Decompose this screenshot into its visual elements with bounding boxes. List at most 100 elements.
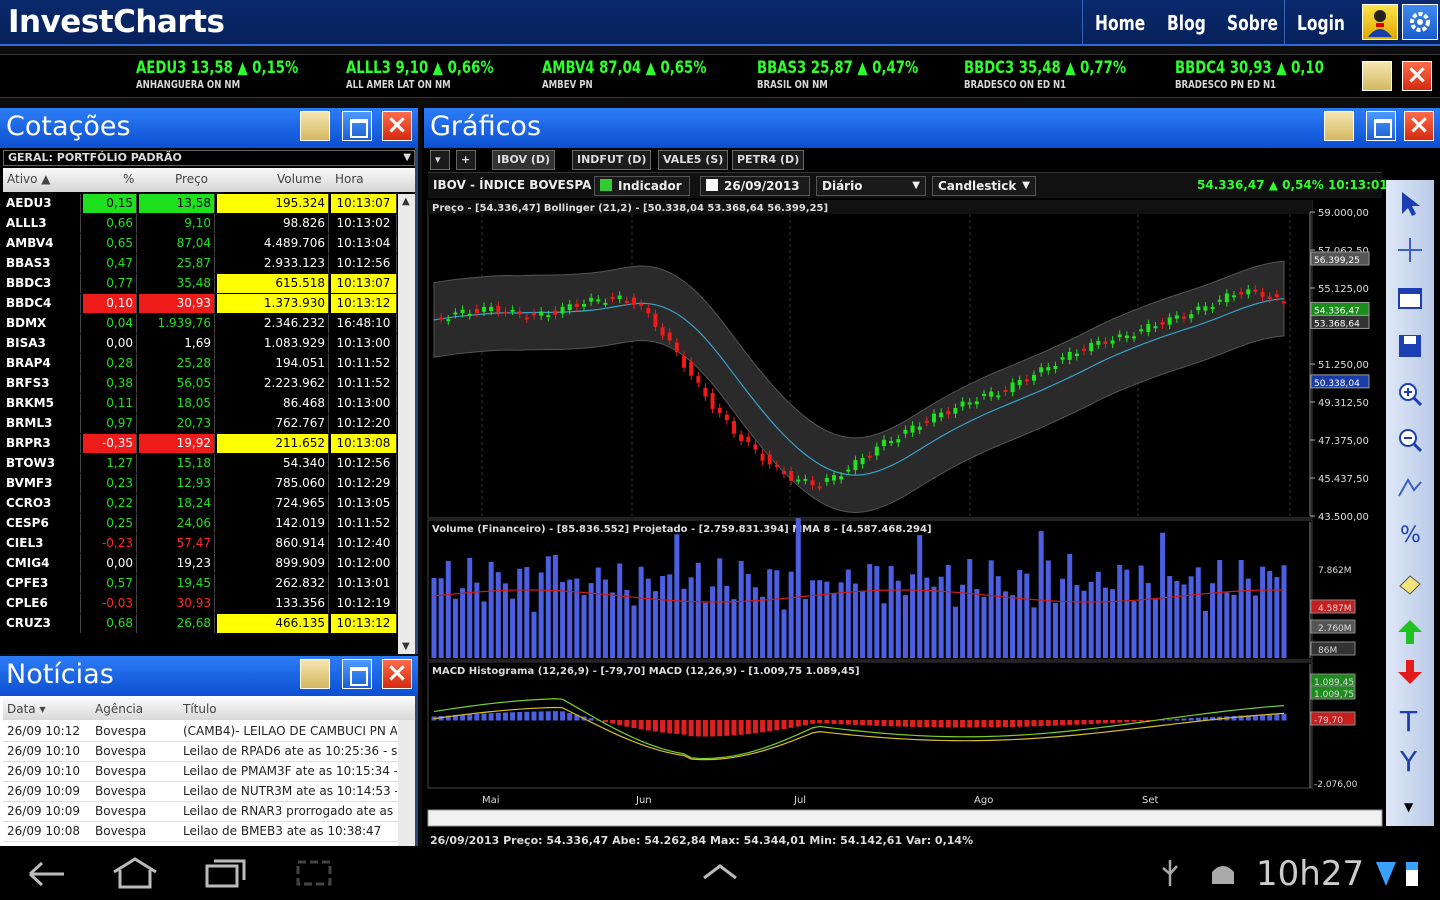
text-tool-icon[interactable]: T	[1396, 706, 1424, 734]
table-row[interactable]: CPFE3 0,57 19,45 262.832 10:13:01	[3, 574, 398, 593]
macd-hist-bar	[660, 720, 666, 733]
chart-canvas[interactable]: Preço - [54.336,47] Bollinger (21,2) - […	[422, 200, 1384, 832]
tab-dropdown-icon[interactable]: ▾	[430, 150, 450, 170]
col-ativo[interactable]: Ativo ▲	[7, 172, 51, 186]
table-row[interactable]: BRPR3 -0,35 19,92 211.652 10:13:08	[3, 434, 398, 453]
table-row[interactable]: BRKM5 0,11 18,05 86.468 10:13:00	[3, 394, 398, 413]
folder-icon[interactable]	[300, 659, 330, 689]
table-row[interactable]: AMBV4 0,65 87,04 4.489.706 10:13:04	[3, 234, 398, 253]
date-picker[interactable]: 26/09/2013	[700, 176, 810, 196]
save-icon[interactable]	[1396, 332, 1424, 360]
tab-vale5[interactable]: VALE5 (S)	[658, 150, 729, 170]
ticker-item[interactable]: ALLL3 9,10 ▲ 0,66% ALL AMER LAT ON NM	[346, 58, 535, 91]
ticker-item[interactable]: AEDU3 13,58 ▲ 0,15% ANHANGUERA ON NM	[136, 58, 344, 91]
news-row[interactable]: 26/09 10:12 Bovespa (CAMB4)- LEILAO DE CAM…	[3, 722, 398, 742]
zoom-out-icon[interactable]	[1396, 426, 1424, 454]
table-row[interactable]: BISA3 0,00 1,69 1.083.929 10:13:00	[3, 334, 398, 353]
table-row[interactable]: CRUZ3 0,68 26,68 466.135 10:13:12	[3, 614, 398, 633]
trendline-icon[interactable]	[1396, 474, 1424, 502]
add-tab-icon[interactable]: +	[456, 150, 476, 170]
col-price[interactable]: Preço	[175, 172, 208, 186]
percent-icon[interactable]: %	[1396, 520, 1424, 548]
zoom-in-icon[interactable]	[1396, 380, 1424, 408]
volume-bar	[960, 584, 966, 658]
news-scrollbar[interactable]	[398, 720, 415, 846]
home-icon[interactable]	[110, 856, 160, 890]
table-row[interactable]: BTOW3 1,27 15,18 54.340 10:12:56	[3, 454, 398, 473]
settings-gear-icon[interactable]	[1402, 4, 1438, 40]
ticker-item[interactable]: BBDC4 30,93 ▲ 0,10 BRADESCO PN ED N1	[1175, 58, 1366, 91]
indicator-button[interactable]: Indicador	[594, 176, 690, 196]
table-row[interactable]: BVMF3 0,23 12,93 785.060 10:12:29	[3, 474, 398, 493]
ticker-folder-icon[interactable]	[1362, 61, 1392, 91]
volume-bar	[1124, 569, 1130, 658]
table-row[interactable]: CMIG4 0,00 19,23 899.909 10:12:00	[3, 554, 398, 573]
tab-ibov[interactable]: IBOV (D)	[492, 150, 556, 170]
maximize-icon[interactable]	[342, 659, 372, 689]
ticker-item[interactable]: BBDC3 35,48 ▲ 0,77% BRADESCO ON ED N1	[964, 58, 1172, 91]
ticker-item[interactable]: AMBV4 87,04 ▲ 0,65% AMBEV PN	[542, 58, 753, 91]
pointer-icon[interactable]	[1396, 190, 1424, 218]
table-row[interactable]: BBAS3 0,47 25,87 2.933.123 10:12:56	[3, 254, 398, 273]
candle	[1160, 322, 1165, 325]
cell-asset: BRFS3	[3, 374, 81, 393]
table-row[interactable]: BRML3 0,97 20,73 762.767 10:12:20	[3, 414, 398, 433]
table-row[interactable]: BBDC4 0,10 30,93 1.373.930 10:13:12	[3, 294, 398, 313]
arrow-down-icon[interactable]	[1396, 658, 1424, 686]
news-row[interactable]: 26/09 10:10 Bovespa Leilao de PMAM3F ate a…	[3, 762, 398, 782]
table-row[interactable]: BDMX 0,04 1.939,76 2.346.232 16:48:10	[3, 314, 398, 333]
maximize-icon[interactable]	[342, 111, 372, 141]
ticker-close-button[interactable]: ×	[1402, 61, 1432, 91]
ticker-item[interactable]: BBAS3 25,87 ▲ 0,47% BRASIL ON NM	[757, 58, 964, 91]
fibonacci-icon[interactable]: Y	[1396, 746, 1424, 774]
table-row[interactable]: AEDU3 0,15 13,58 195.324 10:13:07	[3, 194, 398, 213]
chart-type-select[interactable]: Candlestick ▼	[932, 176, 1036, 196]
arrow-up-icon[interactable]	[1396, 618, 1424, 646]
news-row[interactable]: 26/09 10:09 Bovespa Leilao de NUTR3M ate a…	[3, 782, 398, 802]
close-icon[interactable]: ×	[382, 111, 412, 141]
eraser-icon[interactable]	[1396, 570, 1424, 598]
chevron-down-icon[interactable]: ▼	[1404, 800, 1413, 814]
col-date[interactable]: Data ▾	[7, 702, 46, 716]
chevron-up-icon[interactable]	[700, 862, 740, 882]
table-row[interactable]: CPLE6 -0,03 30,93 133.356 10:12:19	[3, 594, 398, 613]
volume-bar	[888, 566, 894, 658]
portfolio-select[interactable]: GERAL: PORTFÓLIO PADRÃO ▼	[3, 150, 415, 166]
nav-blog[interactable]: Blog	[1167, 11, 1206, 35]
news-row[interactable]: 26/09 10:10 Bovespa Leilao de RPAD6 ate as…	[3, 742, 398, 762]
news-row[interactable]: 26/09 10:09 Bovespa Leilao de RNAR3 prorro…	[3, 802, 398, 822]
calendar-icon[interactable]	[1396, 284, 1424, 312]
col-time[interactable]: Hora	[335, 172, 364, 186]
col-percent[interactable]: %	[123, 172, 134, 186]
tab-indfut[interactable]: INDFUT (D)	[572, 150, 652, 170]
period-select[interactable]: Diário ▼	[816, 176, 926, 196]
close-icon[interactable]: ×	[1404, 111, 1434, 141]
recent-apps-icon[interactable]	[204, 858, 248, 888]
screenshot-icon[interactable]	[294, 858, 334, 888]
macd-hist-bar	[974, 720, 980, 728]
table-row[interactable]: CESP6 0,25 24,06 142.019 10:11:52	[3, 514, 398, 533]
quotes-scrollbar[interactable]: ▲ ▼	[398, 194, 415, 654]
table-row[interactable]: CCRO3 0,22 18,24 724.965 10:13:05	[3, 494, 398, 513]
folder-icon[interactable]	[300, 111, 330, 141]
back-icon[interactable]	[26, 860, 66, 888]
table-row[interactable]: ALLL3 0,66 9,10 98.826 10:13:02	[3, 214, 398, 233]
nav-login[interactable]: Login	[1297, 11, 1345, 35]
maximize-icon[interactable]	[1366, 111, 1396, 141]
table-row[interactable]: BRFS3 0,38 56,05 2.223.962 10:11:52	[3, 374, 398, 393]
tab-petr4[interactable]: PETR4 (D)	[732, 150, 805, 170]
close-icon[interactable]: ×	[382, 659, 412, 689]
nav-about[interactable]: Sobre	[1227, 11, 1278, 35]
chart-scrollbar[interactable]	[427, 809, 1383, 827]
user-icon[interactable]	[1362, 4, 1398, 40]
nav-home[interactable]: Home	[1095, 11, 1145, 35]
col-volume[interactable]: Volume	[277, 172, 322, 186]
crosshair-icon[interactable]	[1396, 236, 1424, 264]
table-row[interactable]: BRAP4 0,28 25,28 194.051 10:11:52	[3, 354, 398, 373]
col-title[interactable]: Título	[183, 702, 217, 716]
table-row[interactable]: CIEL3 -0,23 57,47 860.914 10:12:40	[3, 534, 398, 553]
col-agency[interactable]: Agência	[95, 702, 143, 716]
news-row[interactable]: 26/09 10:08 Bovespa Leilao de BMEB3 ate as…	[3, 822, 398, 842]
table-row[interactable]: BBDC3 0,77 35,48 615.518 10:13:07	[3, 274, 398, 293]
folder-icon[interactable]	[1324, 111, 1354, 141]
